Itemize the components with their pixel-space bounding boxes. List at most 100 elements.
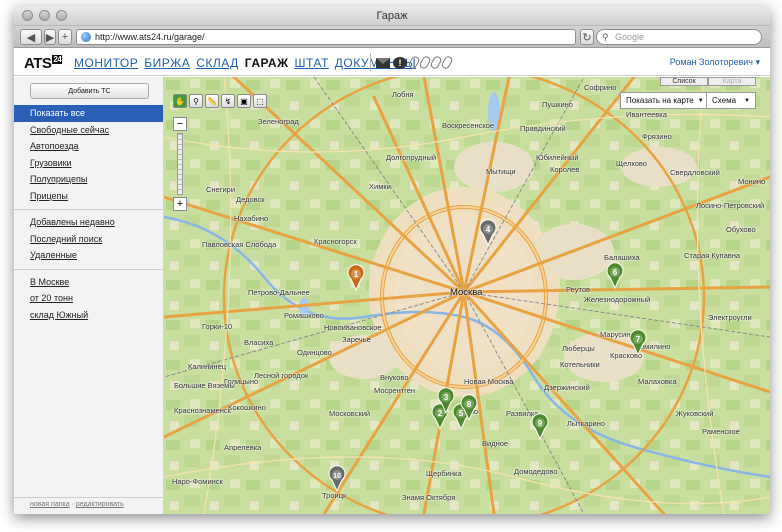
nav-garage[interactable]: ГАРАЖ <box>245 56 289 70</box>
map-label: Старая Купавна <box>684 251 741 260</box>
sidebar-item-trucks[interactable]: Грузовики <box>14 155 163 172</box>
paperclip-icon[interactable] <box>407 54 421 71</box>
map-label: Марусино <box>600 330 635 339</box>
map-label: Ромашково <box>284 311 324 320</box>
map-label: Лесной городок <box>254 371 309 380</box>
search-placeholder: Google <box>615 32 645 42</box>
ruler-icon[interactable]: 📏 <box>205 94 219 108</box>
map-label: Москва <box>450 287 483 298</box>
sidebar-item-last-search[interactable]: Последний поиск <box>14 231 163 248</box>
zoom-icon[interactable]: ⚲ <box>189 94 203 108</box>
vehicle-marker-number: 5 <box>459 409 464 418</box>
map[interactable]: Лобня Пушкино Мытищи Королев Долгопрудны… <box>164 77 770 514</box>
map-label: Долгопрудный <box>386 153 437 162</box>
header-divider <box>370 53 371 71</box>
sidebar-item-from-20-tons[interactable]: от 20 тонн <box>14 290 163 307</box>
back-button[interactable]: ◀ <box>20 29 42 45</box>
nav-monitor[interactable]: МОНИТОР <box>74 56 138 70</box>
map-label: Видное <box>482 439 509 448</box>
map-label: Горки-10 <box>202 322 233 331</box>
sidebar-footer: новая папка · редактировать <box>30 501 124 508</box>
nav-birzha[interactable]: БИРЖА <box>144 56 190 70</box>
address-bar[interactable]: http://www.ats24.ru/garage/ <box>76 29 576 45</box>
map-label: Большие Вяземы <box>174 381 235 390</box>
edit-link[interactable]: редактировать <box>76 501 124 508</box>
logo[interactable]: ATS 24 <box>24 55 63 72</box>
sidebar-divider <box>14 209 163 210</box>
select-icon[interactable]: ⬚ <box>253 94 267 108</box>
map-label: Зеленоград <box>258 117 299 126</box>
sidebar-item-trailers[interactable]: Прицепы <box>14 188 163 205</box>
map-label: Реутов <box>566 285 591 294</box>
map-label: Одинцово <box>297 348 332 357</box>
map-label: Лобня <box>392 90 414 99</box>
list-tab[interactable]: Список <box>660 77 708 86</box>
url-text: http://www.ats24.ru/garage/ <box>95 32 205 42</box>
sidebar: Добавить ТС Показать все Свободные сейча… <box>14 77 164 514</box>
map-label: Домодедово <box>514 467 558 476</box>
zoom-out-button[interactable]: − <box>173 117 187 131</box>
map-label: Троицк <box>322 491 347 500</box>
map-label: Снегири <box>206 185 236 194</box>
globe-icon <box>81 32 91 42</box>
sidebar-item-in-moscow[interactable]: В Москве <box>14 274 163 291</box>
map-label: Краснознаменск <box>174 406 231 415</box>
map-top-tabs: Список Карта <box>660 77 756 86</box>
map-label: Правдинский <box>520 124 566 133</box>
layers-icon[interactable]: ▣ <box>237 94 251 108</box>
map-label: Нахабино <box>234 214 269 223</box>
hand-icon[interactable]: ✋ <box>173 94 187 108</box>
map-label: Железнодорожный <box>584 295 651 304</box>
map-label: Котельники <box>560 360 600 369</box>
map-label: Новая Москва <box>464 377 514 386</box>
map-label: Щелково <box>616 159 647 168</box>
map-label: Жуковский <box>676 409 714 418</box>
sidebar-item-show-all[interactable]: Показать все <box>14 105 163 122</box>
search-field[interactable]: ⚲ Google <box>596 29 762 45</box>
map-label: Дедовск <box>236 195 265 204</box>
map-label: Власиха <box>244 338 274 347</box>
zoom-slider[interactable] <box>177 133 183 195</box>
vehicle-marker-number: 7 <box>636 335 641 344</box>
user-menu[interactable]: Роман Золоторевич ▾ <box>670 57 760 68</box>
map-label: Заречье <box>342 335 371 344</box>
map-label: Мытищи <box>486 167 516 176</box>
map-label: Балашиха <box>604 253 640 262</box>
map-tab[interactable]: Карта <box>708 77 756 86</box>
mail-icon[interactable] <box>376 57 390 68</box>
app-header: ATS24 МОНИТОР БИРЖА СКЛАД ГАРАЖ ШТАТ ДОК… <box>14 48 770 76</box>
map-toolbar: ✋ ⚲ 📏 ↯ ▣ ⬚ <box>173 94 267 108</box>
paperclip-icon[interactable] <box>418 54 432 71</box>
paperclip-icon[interactable] <box>440 54 454 71</box>
map-label: Знамя Октября <box>402 493 456 502</box>
map-label: Щербинка <box>426 469 462 478</box>
sidebar-item-recently-added[interactable]: Добавлены недавно <box>14 214 163 231</box>
paperclip-icon[interactable] <box>429 54 443 71</box>
map-label: Лыткарино <box>567 419 606 428</box>
header-icons: ! <box>376 54 454 71</box>
vehicle-marker-number: 10 <box>333 473 341 480</box>
nav-sklad[interactable]: СКЛАД <box>196 56 239 70</box>
sidebar-item-road-trains[interactable]: Автопоезда <box>14 138 163 155</box>
route-icon[interactable]: ↯ <box>221 94 235 108</box>
new-folder-link[interactable]: новая папка <box>30 501 70 508</box>
sidebar-item-deleted[interactable]: Удаленные <box>14 247 163 264</box>
sidebar-item-free-now[interactable]: Свободные сейчас <box>14 122 163 139</box>
sidebar-divider <box>14 268 163 270</box>
vehicle-marker-number: 9 <box>538 419 543 428</box>
new-tab-button[interactable]: + <box>58 29 72 45</box>
nav-shtat[interactable]: ШТАТ <box>294 56 328 70</box>
map-label: Апрелевка <box>224 443 262 452</box>
forward-button[interactable]: ▶ <box>44 29 56 45</box>
main-nav: МОНИТОР БИРЖА СКЛАД ГАРАЖ ШТАТ ДОКУМЕНТЫ <box>74 56 416 70</box>
sidebar-item-semitrailers[interactable]: Полуприцепы <box>14 171 163 188</box>
alert-icon[interactable]: ! <box>393 56 407 69</box>
sidebar-item-warehouse-south[interactable]: склад Южный <box>14 307 163 324</box>
vehicle-marker-number: 2 <box>438 409 443 418</box>
add-vehicle-button[interactable]: Добавить ТС <box>30 83 149 99</box>
zoom-in-button[interactable]: + <box>173 197 187 211</box>
map-label: Внуково <box>380 373 409 382</box>
reload-button[interactable]: ↻ <box>580 29 594 45</box>
vehicle-marker-number: 8 <box>467 400 472 409</box>
map-label: Раменское <box>702 427 740 436</box>
